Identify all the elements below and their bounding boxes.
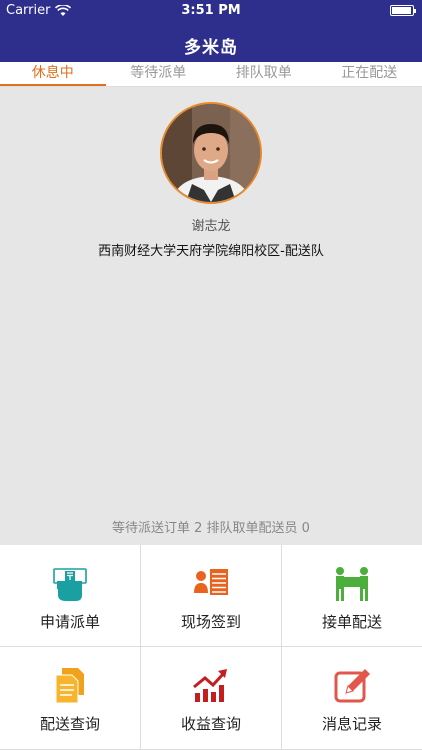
- tab-delivering[interactable]: 正在配送: [317, 62, 422, 86]
- top-bar: Carrier 3:51 PM 多米岛: [0, 0, 422, 62]
- status-bar: Carrier 3:51 PM: [0, 0, 422, 22]
- earnings-query-button[interactable]: 收益查询: [141, 647, 282, 750]
- avatar[interactable]: [160, 102, 262, 204]
- avatar-photo: [162, 104, 260, 202]
- growth-chart-icon: [193, 669, 227, 702]
- battery-level: [392, 7, 411, 14]
- check-in-label: 现场签到: [180, 613, 241, 631]
- handover-icon: [336, 567, 368, 601]
- person-list-icon: [194, 569, 228, 595]
- check-in-button[interactable]: 现场签到: [141, 545, 282, 647]
- queue-counts: 等待派送订单 2 排队取单配送员 0: [112, 521, 310, 536]
- profile-area: 谢志龙 西南财经大学天府学院绵阳校区-配送队 等待派送订单 2 排队取单配送员 …: [0, 87, 422, 545]
- message-log-button[interactable]: 消息记录: [282, 647, 422, 750]
- tab-waiting-dispatch[interactable]: 等待派单: [106, 62, 212, 86]
- apply-dispatch-label: 申请派单: [39, 613, 100, 631]
- edit-note-icon: [334, 669, 370, 703]
- tab-resting[interactable]: 休息中: [0, 62, 106, 86]
- accept-delivery-label: 接单配送: [321, 613, 382, 631]
- status-tabs: 休息中 等待派单 排队取单 正在配送: [0, 62, 422, 87]
- accept-delivery-button[interactable]: 接单配送: [282, 545, 422, 647]
- battery-icon: [390, 5, 416, 16]
- clock: 3:51 PM: [181, 3, 241, 18]
- page-title: 多米岛: [184, 38, 238, 58]
- courier-team: 西南财经大学天府学院绵阳校区-配送队: [98, 244, 324, 259]
- action-menu: 申请派单 现场签到 接单配送 配送查询 收益查询 消息记录: [0, 545, 422, 750]
- apply-dispatch-button[interactable]: 申请派单: [0, 545, 141, 647]
- documents-icon: [55, 668, 84, 704]
- message-log-label: 消息记录: [321, 715, 382, 733]
- hand-ticket-icon: [53, 568, 87, 601]
- delivery-query-label: 配送查询: [39, 715, 100, 733]
- tab-queue-pickup[interactable]: 排队取单: [211, 62, 317, 86]
- courier-name: 谢志龙: [191, 219, 231, 234]
- delivery-query-button[interactable]: 配送查询: [0, 647, 141, 750]
- earnings-query-label: 收益查询: [180, 715, 241, 733]
